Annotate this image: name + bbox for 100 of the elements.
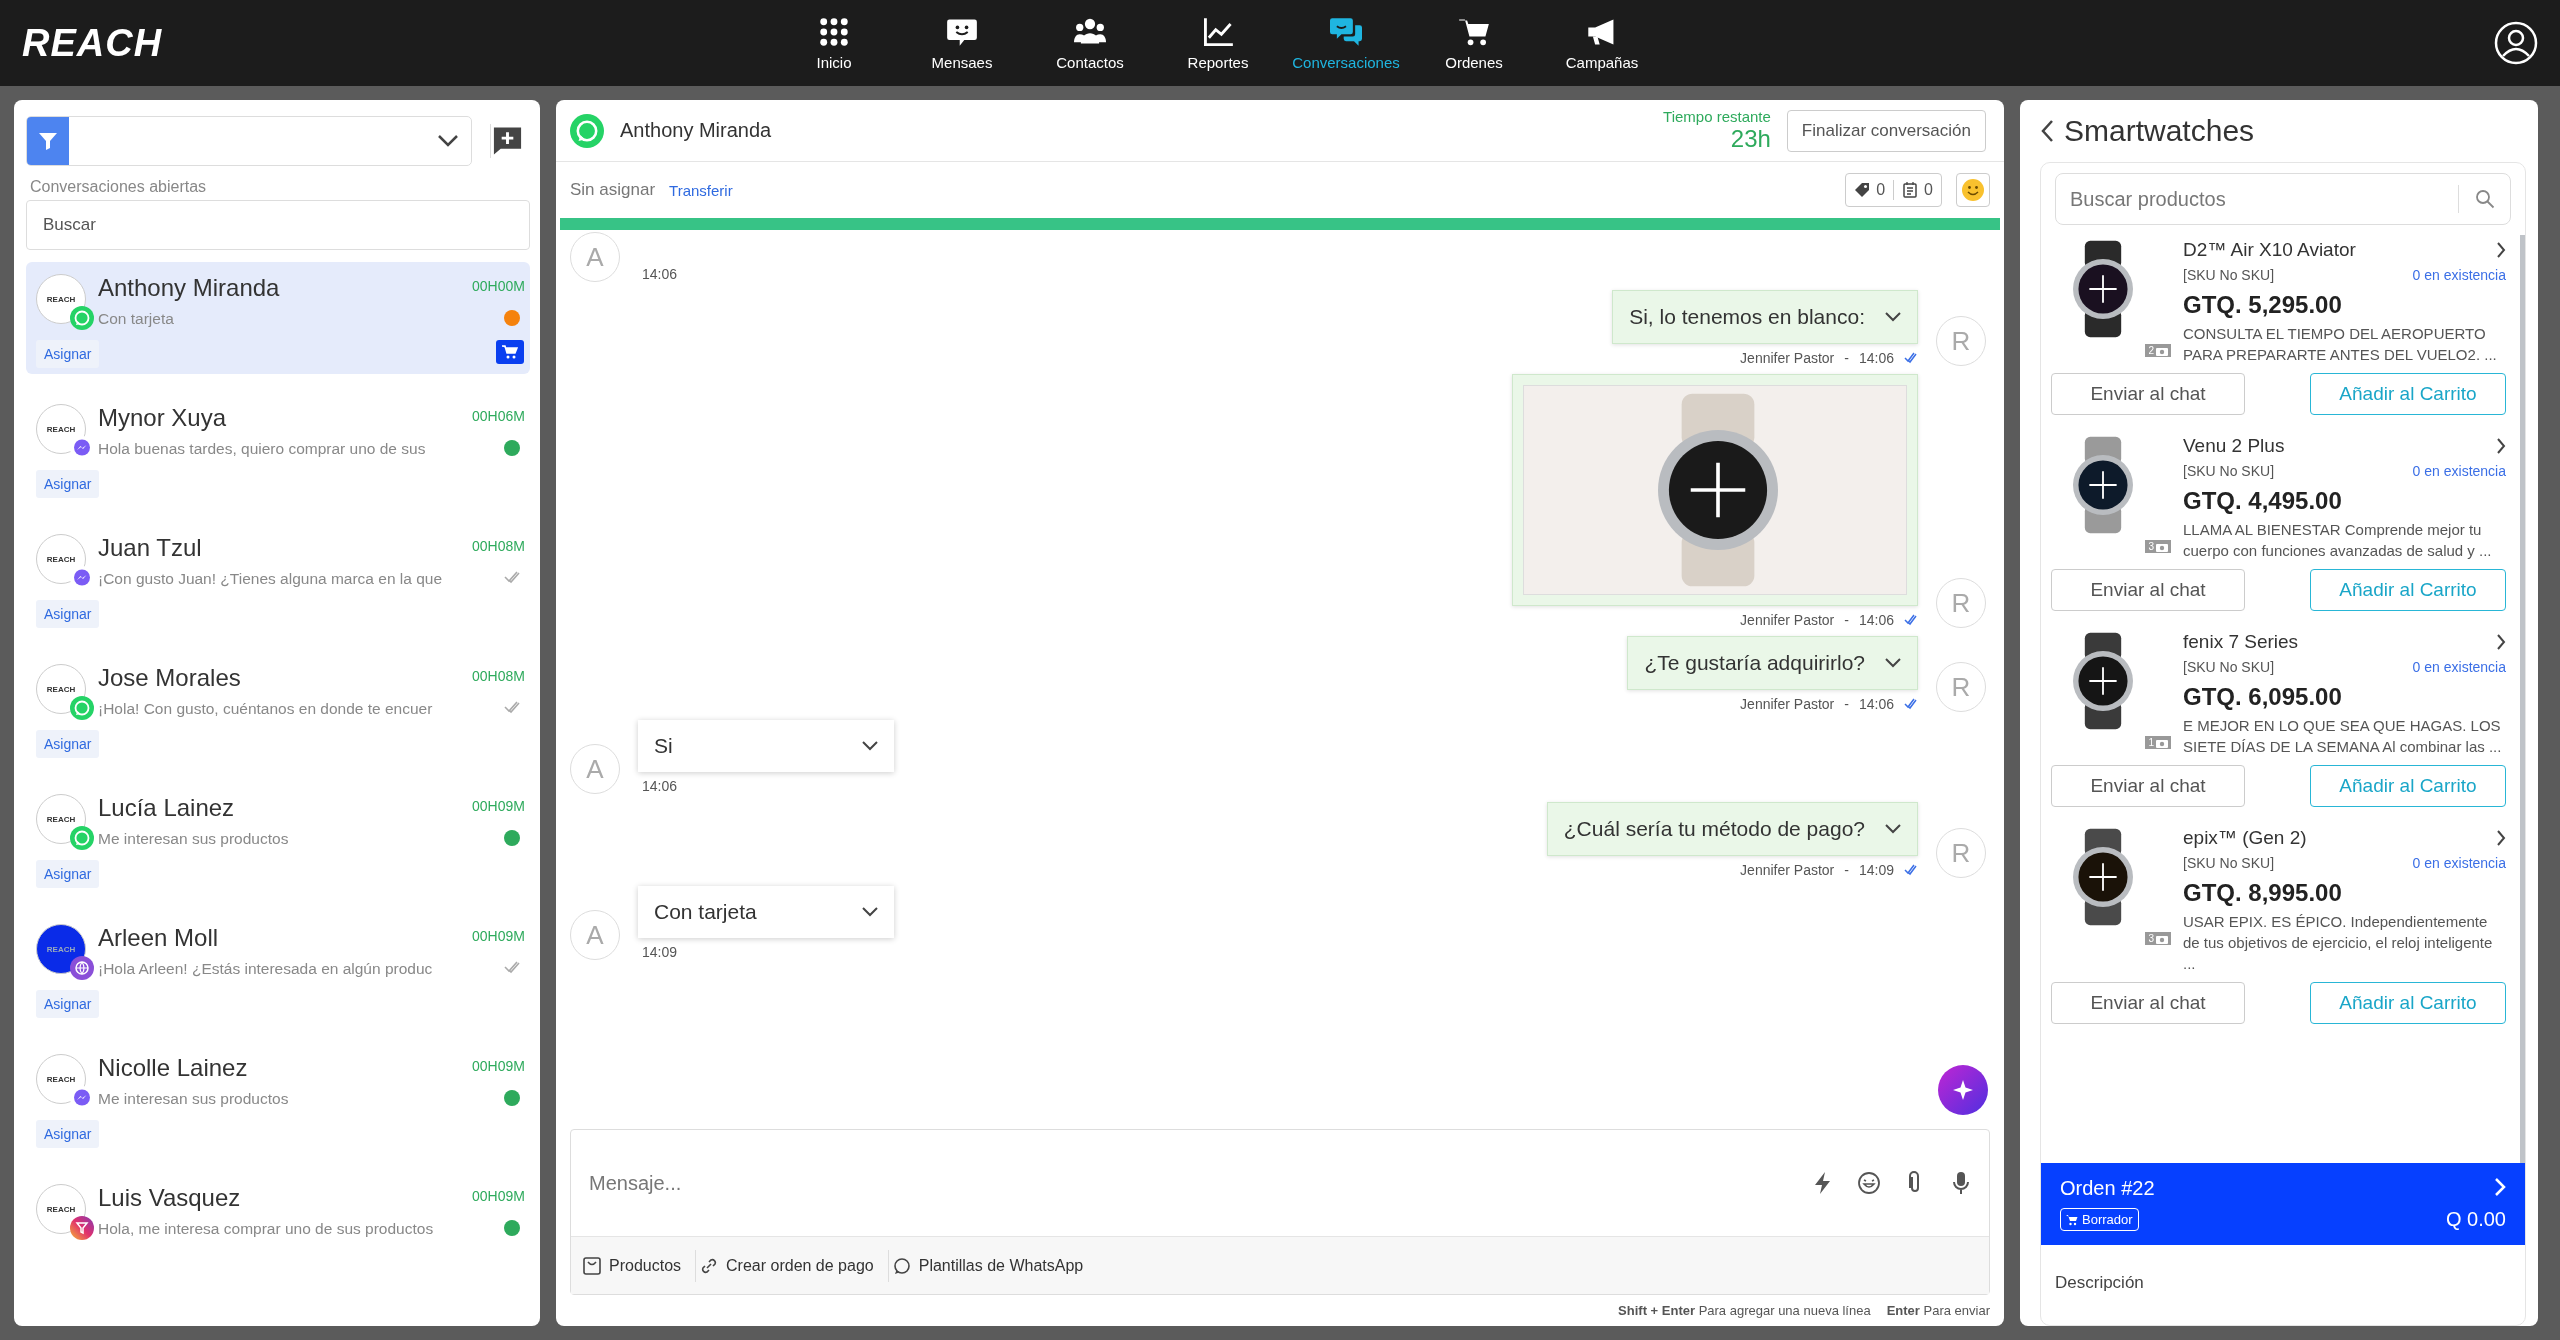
- avatar: R: [1936, 828, 1986, 878]
- order-card[interactable]: Orden #22 Borrador Q 0.00: [2041, 1163, 2525, 1245]
- avatar: REACH: [36, 794, 86, 844]
- composer-tool-button[interactable]: Crear orden de pago: [696, 1249, 889, 1282]
- send-to-chat-button[interactable]: Enviar al chat: [2051, 982, 2245, 1024]
- search-field[interactable]: Buscar: [26, 200, 530, 250]
- order-title: Orden #22: [2060, 1177, 2156, 1200]
- line-chart-icon: [1202, 15, 1234, 48]
- cart-icon: [502, 345, 518, 359]
- assign-button[interactable]: Asignar: [36, 1120, 100, 1148]
- message-time: 14:06: [1858, 350, 1894, 366]
- chevron-down-icon[interactable]: [1885, 312, 1901, 322]
- elapsed-time: 00H09M: [472, 798, 524, 814]
- chevron-down-icon[interactable]: [862, 741, 878, 751]
- transfer-link[interactable]: Transferir: [669, 181, 733, 199]
- nav-item[interactable]: Contactos: [1026, 0, 1154, 86]
- conversation-item[interactable]: REACH Jose Morales ¡Hola! Con gusto, cuéntanos en donde te encuer 00H08M Asignar: [26, 652, 530, 764]
- conversation-item[interactable]: REACH Mynor Xuya Hola buenas tardes, quiero comprar uno de sus 00H06M Asignar: [26, 392, 530, 504]
- contact-name: Anthony Miranda: [98, 274, 281, 302]
- filter-icon[interactable]: [38, 131, 58, 151]
- avatar: R: [1936, 662, 1986, 712]
- globe-chat-icon: [70, 956, 94, 980]
- product-sku: [SKU No SKU]: [2183, 855, 2275, 871]
- chevron-right-icon[interactable]: [2496, 438, 2506, 454]
- message-text: ¿Te gustaría adquirirlo?: [1644, 651, 1865, 675]
- elapsed-time: 00H06M: [472, 408, 524, 424]
- avatar: REACH: [36, 664, 86, 714]
- send-to-chat-button[interactable]: Enviar al chat: [2051, 373, 2245, 415]
- cart-button[interactable]: [496, 340, 524, 364]
- message-time: 14:09: [1858, 862, 1894, 878]
- assign-button[interactable]: Asignar: [36, 860, 100, 888]
- product-sku: [SKU No SKU]: [2183, 463, 2275, 479]
- conversation-item[interactable]: REACH Lucía Lainez Me interesan sus productos 00H09M Asignar: [26, 782, 530, 894]
- nav-item[interactable]: Inicio: [770, 0, 898, 86]
- elapsed-time: 00H09M: [472, 1188, 524, 1204]
- avatar: REACH: [36, 1054, 86, 1104]
- whatsapp-icon: [892, 1256, 911, 1275]
- chevron-right-icon[interactable]: [2496, 634, 2506, 650]
- send-to-chat-button[interactable]: Enviar al chat: [2051, 765, 2245, 807]
- chevron-down-icon[interactable]: [1885, 658, 1901, 668]
- product-name[interactable]: Venu 2 Plus: [2183, 435, 2285, 457]
- product-description: E MEJOR EN LO QUE SEA QUE HAGAS. LOS SIETE DÍAS DE LA SEMANA Al combinar las ...: [2183, 716, 2503, 757]
- conversation-item[interactable]: REACH Luis Vasquez Hola, me interesa comprar uno de sus productos 00H09M: [26, 1172, 530, 1244]
- nav-item[interactable]: Campañas: [1538, 0, 1666, 86]
- remaining-time: 23h: [1729, 125, 1771, 153]
- message-time: 14:09: [642, 944, 679, 960]
- product-price: GTQ. 4,495.00: [2183, 487, 2343, 515]
- nav-item[interactable]: Mensaes: [898, 0, 1026, 86]
- tags-notes-counter[interactable]: 0 0: [1845, 173, 1942, 207]
- new-message-icon[interactable]: [490, 124, 524, 158]
- back-chevron-icon[interactable]: [2040, 119, 2054, 143]
- smiley-icon[interactable]: [1956, 173, 1990, 207]
- double-check-icon: [1904, 698, 1918, 710]
- description-label: Descripción: [2054, 1272, 2145, 1294]
- assign-button[interactable]: Asignar: [36, 600, 100, 628]
- composer-tool-button[interactable]: Plantillas de WhatsApp: [888, 1249, 1098, 1282]
- product-description: CONSULTA EL TIEMPO DEL AEROPUERTO PARA PREPARARTE ANTES DEL VUELO2. ...: [2183, 324, 2498, 365]
- nav-item[interactable]: Reportes: [1154, 0, 1282, 86]
- product-sku: [SKU No SKU]: [2183, 267, 2275, 283]
- composer-tool-button[interactable]: Productos: [579, 1249, 697, 1282]
- photo-count: 2: [2148, 345, 2154, 356]
- chevron-right-icon[interactable]: [2496, 242, 2506, 258]
- product-name[interactable]: fenix 7 Series: [2183, 631, 2299, 653]
- assign-button[interactable]: Asignar: [36, 340, 100, 368]
- product-name[interactable]: D2™ Air X10 Aviator: [2183, 239, 2356, 261]
- message-time: 14:06: [642, 266, 678, 282]
- nav-item[interactable]: Conversaciones: [1282, 0, 1410, 86]
- separator-dash: -: [1844, 612, 1849, 628]
- end-conversation-button[interactable]: Finalizar conversación: [1786, 109, 1986, 152]
- assign-button[interactable]: Asignar: [36, 470, 100, 498]
- stock-label: 0 en existencia: [2412, 855, 2506, 871]
- double-check-icon: [504, 960, 520, 974]
- order-total: Q 0.00: [2445, 1208, 2506, 1231]
- product-price: GTQ. 8,995.00: [2183, 879, 2343, 907]
- conversation-item[interactable]: REACH Arleen Moll ¡Hola Arleen! ¿Estás interesada en algún produc 00H09M Asignar: [26, 912, 530, 1024]
- search-icon[interactable]: [2475, 189, 2495, 209]
- elapsed-time: 00H08M: [472, 668, 524, 684]
- elapsed-time: 00H09M: [472, 1058, 524, 1074]
- ai-assistant-button[interactable]: [1938, 1065, 1988, 1115]
- assign-button[interactable]: Asignar: [36, 730, 100, 758]
- product-description: USAR EPIX. ES ÉPICO. Independientemente de tus objetivos de ejercicio, el reloj inteligente ...: [2183, 912, 2494, 974]
- chevron-down-icon[interactable]: [862, 907, 878, 917]
- contact-name: Arleen Moll: [98, 924, 220, 952]
- message-preview: ¡Hola! Con gusto, cuéntanos en donde te encuer: [98, 700, 434, 718]
- filter-dropdown[interactable]: [26, 116, 472, 166]
- assign-button[interactable]: Asignar: [36, 990, 100, 1018]
- product-name[interactable]: epix™ (Gen 2): [2183, 827, 2307, 849]
- conversation-item[interactable]: REACH Anthony Miranda Con tarjeta 00H00M Asignar: [26, 262, 530, 374]
- nav-item[interactable]: Ordenes: [1410, 0, 1538, 86]
- bag-icon: [583, 1256, 601, 1275]
- product-search-field[interactable]: Buscar productos: [2055, 173, 2511, 225]
- emoji-icon[interactable]: [1857, 1171, 1881, 1195]
- conversation-item[interactable]: REACH Juan Tzul ¡Con gusto Juan! ¿Tienes alguna marca en la que 00H08M Asignar: [26, 522, 530, 634]
- separator-dash: -: [1844, 862, 1849, 878]
- chevron-down-icon[interactable]: [1885, 824, 1901, 834]
- logo: REACH: [22, 21, 163, 65]
- chevron-right-icon[interactable]: [2496, 830, 2506, 846]
- conversation-item[interactable]: REACH Nicolle Lainez Me interesan sus productos 00H09M Asignar: [26, 1042, 530, 1154]
- send-to-chat-button[interactable]: Enviar al chat: [2051, 569, 2245, 611]
- user-account-icon[interactable]: [2494, 21, 2538, 65]
